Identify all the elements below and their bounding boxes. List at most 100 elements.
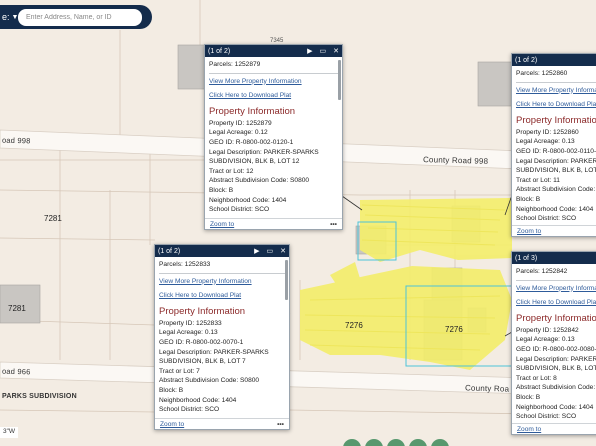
legal-description: Legal Description: PARKER-SPARKS <box>516 157 596 165</box>
search-type-dropdown[interactable]: e: ▼ <box>2 12 18 22</box>
legal-acreage: Legal Acreage: 0.13 <box>516 138 575 146</box>
address-7276-b: 7276 <box>445 325 463 334</box>
road-966-left-label: oad 966 <box>1 366 31 377</box>
legal-acreage: Legal Acreage: 0.13 <box>159 329 218 337</box>
property-id: Property ID: 1252860 <box>516 128 579 136</box>
parcel-id: Parcels: 1252833 <box>159 260 285 274</box>
address-7276-a: 7276 <box>345 321 363 330</box>
popup-header: (1 of 2) <box>512 54 596 66</box>
popup-body: Parcels: 1252879 View More Property Info… <box>205 57 342 215</box>
popup-counter: (1 of 2) <box>158 247 181 255</box>
parcel-id: Parcels: 1252842 <box>516 267 596 281</box>
popup-counter: (1 of 2) <box>515 56 538 64</box>
geo-id: GEO ID: R-0800-002-0110-1 <box>516 147 596 155</box>
search-type-label: e: <box>2 12 10 22</box>
search-bar: e: ▼ <box>0 5 152 29</box>
county-road-998-label: County Road 998 <box>422 155 489 166</box>
subdivision-label: PARKS SUBDIVISION <box>2 393 77 400</box>
property-id: Property ID: 1252833 <box>159 319 222 327</box>
address-7281-b: 7281 <box>8 304 26 313</box>
close-icon[interactable]: ✕ <box>280 247 286 255</box>
popup-header: (1 of 3) <box>512 252 596 264</box>
download-plat-link[interactable]: Click Here to Download Plat <box>516 100 596 110</box>
view-more-link[interactable]: View More Property Information <box>209 77 338 87</box>
neighborhood-code: Neighborhood Code: 1404 <box>209 196 287 204</box>
school-district: School District: SCO <box>159 406 220 414</box>
property-popup-1252860: (1 of 2) Parcels: 1252860 View More Prop… <box>511 53 596 237</box>
legal-description-cont: SUBDIVISION, BLK B, LOT 11 <box>516 167 596 175</box>
more-options-icon[interactable]: ••• <box>277 421 284 428</box>
popup-body: Parcels: 1252842 View More Property Info… <box>512 264 596 422</box>
tract-or-lot: Tract or Lot: 7 <box>159 367 200 375</box>
property-id: Property ID: 1252879 <box>209 119 272 127</box>
zoom-to-link[interactable]: Zoom to <box>517 426 541 433</box>
property-info-title: Property Informatio <box>516 114 596 126</box>
search-input[interactable] <box>26 13 142 21</box>
zoom-to-link[interactable]: Zoom to <box>210 221 234 228</box>
popup-footer: Zoom to <box>512 423 596 434</box>
popup-header: (1 of 2) ▶ ▭ ✕ <box>205 45 342 57</box>
abstract-subdivision-code: Abstract Subdivision Code: S0800 <box>209 177 310 185</box>
geo-id: GEO ID: R-0800-002-0070-1 <box>159 338 244 346</box>
county-road-right-label: County Roa <box>464 383 510 394</box>
neighborhood-code: Neighborhood Code: 1404 <box>159 396 237 404</box>
school-district: School District: SCO <box>209 206 270 214</box>
coordinate-readout: 3"W <box>0 427 19 438</box>
school-district: School District: SCO <box>516 215 577 223</box>
close-icon[interactable]: ✕ <box>333 47 339 55</box>
more-options-icon[interactable]: ••• <box>330 221 337 228</box>
popup-counter: (1 of 2) <box>208 47 231 55</box>
abstract-subdivision-code: Abstract Subdivision Code: S0800 <box>159 377 260 385</box>
popup-body: Parcels: 1252833 View More Property Info… <box>155 257 289 415</box>
address-7281-a: 7281 <box>44 214 62 223</box>
next-feature-icon[interactable]: ▶ <box>254 247 259 255</box>
popup-body: Parcels: 1252860 View More Property Info… <box>512 66 596 224</box>
block: Block: B <box>516 195 541 203</box>
popup-header: (1 of 2) ▶ ▭ ✕ <box>155 245 289 257</box>
download-plat-link[interactable]: Click Here to Download Plat <box>159 291 285 301</box>
download-plat-link[interactable]: Click Here to Download Plat <box>516 298 596 308</box>
abstract-subdivision-code: Abstract Subdivision Code: S080 <box>516 384 596 392</box>
legal-description-cont: SUBDIVISION, BLK B, LOT 8 <box>516 365 596 373</box>
school-district: School District: SCO <box>516 413 577 421</box>
parcel-id: Parcels: 1252879 <box>209 60 338 74</box>
property-info-title: Property Information <box>209 105 296 117</box>
neighborhood-code: Neighborhood Code: 1404 <box>516 205 594 213</box>
property-popup-1252879: (1 of 2) ▶ ▭ ✕ Parcels: 1252879 View Mor… <box>204 44 343 230</box>
view-more-link[interactable]: View More Property Informati <box>516 284 596 294</box>
property-popup-1252842: (1 of 3) Parcels: 1252842 View More Prop… <box>511 251 596 435</box>
dock-icon[interactable]: ▭ <box>320 47 327 55</box>
road-998-left-label: oad 998 <box>1 135 31 146</box>
geo-id: GEO ID: R-0800-002-0080-1 <box>516 345 596 353</box>
block: Block: B <box>516 393 541 401</box>
legal-acreage: Legal Acreage: 0.13 <box>516 336 575 344</box>
legal-description: Legal Description: PARKER-SPARKS <box>516 355 596 363</box>
tract-or-lot: Tract or Lot: 8 <box>516 374 557 382</box>
search-box <box>18 8 142 26</box>
property-info-title: Property Information <box>159 305 246 317</box>
view-more-link[interactable]: View More Property Information <box>159 277 285 287</box>
dock-icon[interactable]: ▭ <box>267 247 274 255</box>
scrollbar[interactable] <box>285 260 288 300</box>
abstract-subdivision-code: Abstract Subdivision Code: S080 <box>516 186 596 194</box>
popup-counter: (1 of 3) <box>515 254 538 262</box>
zoom-to-link[interactable]: Zoom to <box>517 228 541 235</box>
legal-acreage: Legal Acreage: 0.12 <box>209 129 268 137</box>
geo-id: GEO ID: R-0800-002-0120-1 <box>209 138 294 146</box>
legal-description: Legal Description: PARKER-SPARKS SUBDIVI… <box>159 348 269 366</box>
scrollbar[interactable] <box>338 60 341 100</box>
neighborhood-code: Neighborhood Code: 1404 <box>516 403 594 411</box>
popup-footer: Zoom to <box>512 225 596 236</box>
download-plat-link[interactable]: Click Here to Download Plat <box>209 91 338 101</box>
legal-description: Legal Description: PARKER-SPARKS SUBDIVI… <box>209 148 319 166</box>
next-feature-icon[interactable]: ▶ <box>307 47 312 55</box>
property-id: Property ID: 1252842 <box>516 326 579 334</box>
popup-footer: Zoom to ••• <box>205 218 342 229</box>
block: Block: B <box>159 386 184 394</box>
tract-or-lot: Tract or Lot: 12 <box>209 167 254 175</box>
popup-footer: Zoom to ••• <box>155 418 289 429</box>
property-popup-1252833: (1 of 2) ▶ ▭ ✕ Parcels: 1252833 View Mor… <box>154 244 290 430</box>
view-more-link[interactable]: View More Property Informati <box>516 86 596 96</box>
zoom-to-link[interactable]: Zoom to <box>160 421 184 428</box>
parcel-id: Parcels: 1252860 <box>516 69 596 83</box>
